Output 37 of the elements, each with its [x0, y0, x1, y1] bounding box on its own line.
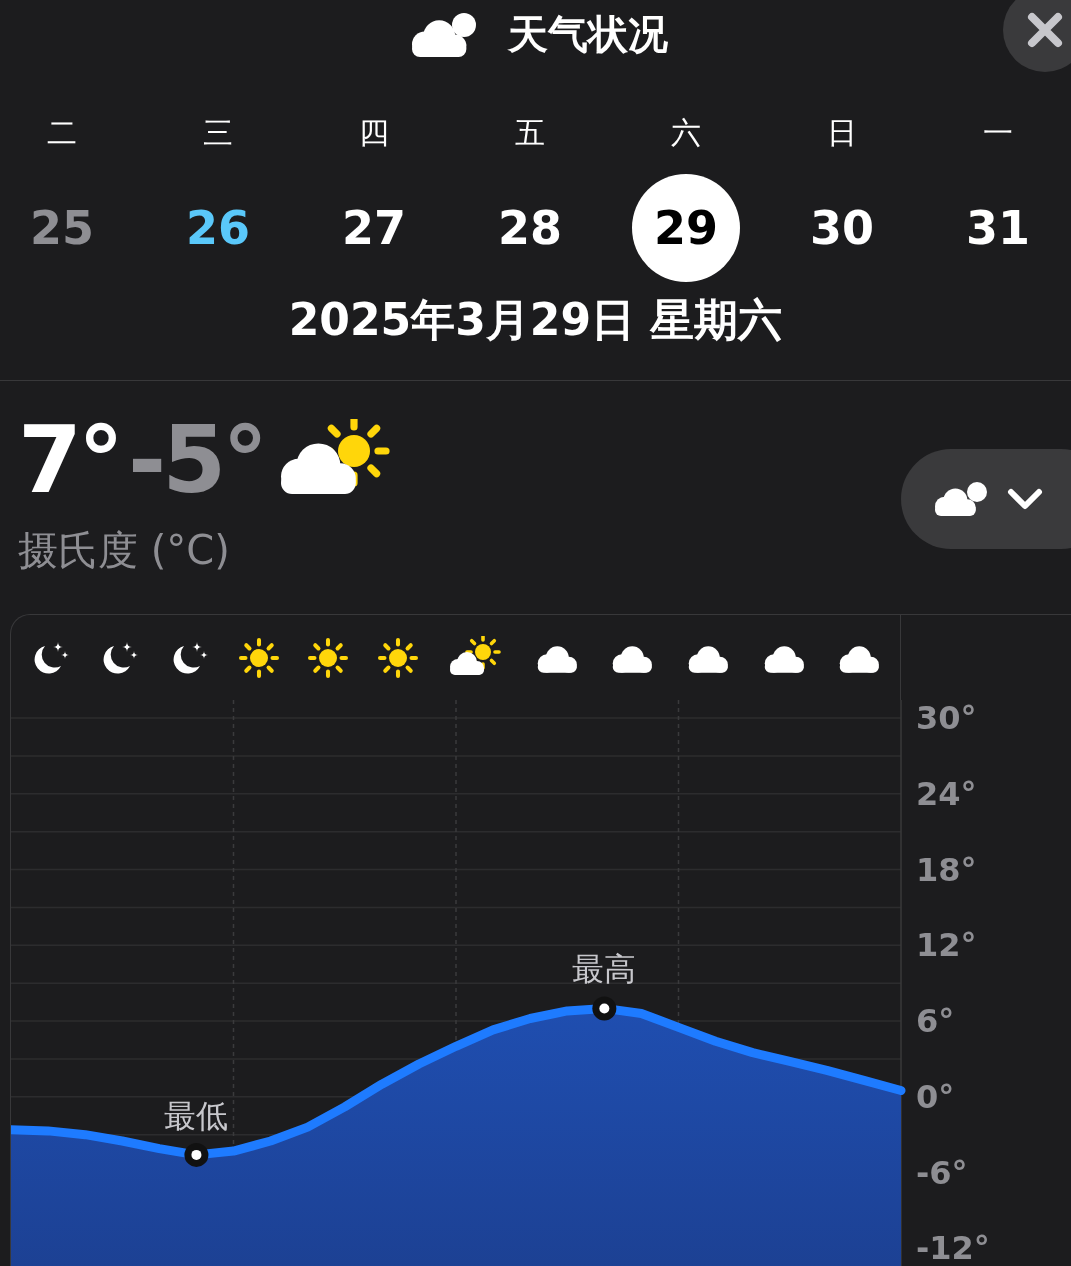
axis-label: 12°	[916, 926, 977, 965]
date-button[interactable]: 25	[8, 174, 116, 282]
point-marker	[592, 996, 617, 1021]
condition-dropdown[interactable]	[901, 449, 1071, 549]
sun-icon	[236, 635, 281, 680]
axis-label: -12°	[916, 1229, 990, 1266]
chevron-down-icon	[1007, 487, 1043, 511]
low-temperature: -5°	[128, 421, 265, 501]
weekday-label: 四	[358, 114, 390, 152]
close-icon	[1027, 12, 1063, 48]
selected-date: 2025年3月29日 星期六	[287, 293, 784, 347]
date-button[interactable]: 29	[632, 174, 740, 282]
weekday-label: 一	[982, 114, 1014, 152]
weekday-label: 三	[202, 114, 234, 152]
date-button[interactable]: 31	[944, 174, 1052, 282]
axis-label: 18°	[916, 850, 977, 889]
date-button[interactable]: 27	[320, 174, 428, 282]
sun-icon	[306, 635, 351, 680]
annotation-label: 最高	[572, 950, 637, 989]
unit-label: 摄氏度 (°C)	[18, 526, 231, 575]
annotation-label: 最低	[164, 1096, 229, 1135]
date-button[interactable]: 30	[788, 174, 896, 282]
weekday-label: 五	[514, 114, 546, 152]
sun-icon	[375, 635, 420, 680]
high-temperature: 7°	[18, 421, 120, 501]
point-marker	[184, 1142, 209, 1167]
date-button[interactable]: 28	[476, 174, 584, 282]
weekday-label: 六	[670, 114, 702, 152]
axis-label: 24°	[916, 774, 977, 813]
weekday-label: 日	[826, 114, 858, 152]
weekday-label: 二	[46, 114, 78, 152]
axis-label: 30°	[916, 700, 977, 737]
axis-label: 6°	[916, 1002, 955, 1041]
date-button[interactable]: 26	[164, 174, 272, 282]
axis-label: -6°	[916, 1153, 968, 1192]
window-title: 天气状况	[507, 9, 668, 59]
axis-label: 0°	[916, 1077, 955, 1116]
